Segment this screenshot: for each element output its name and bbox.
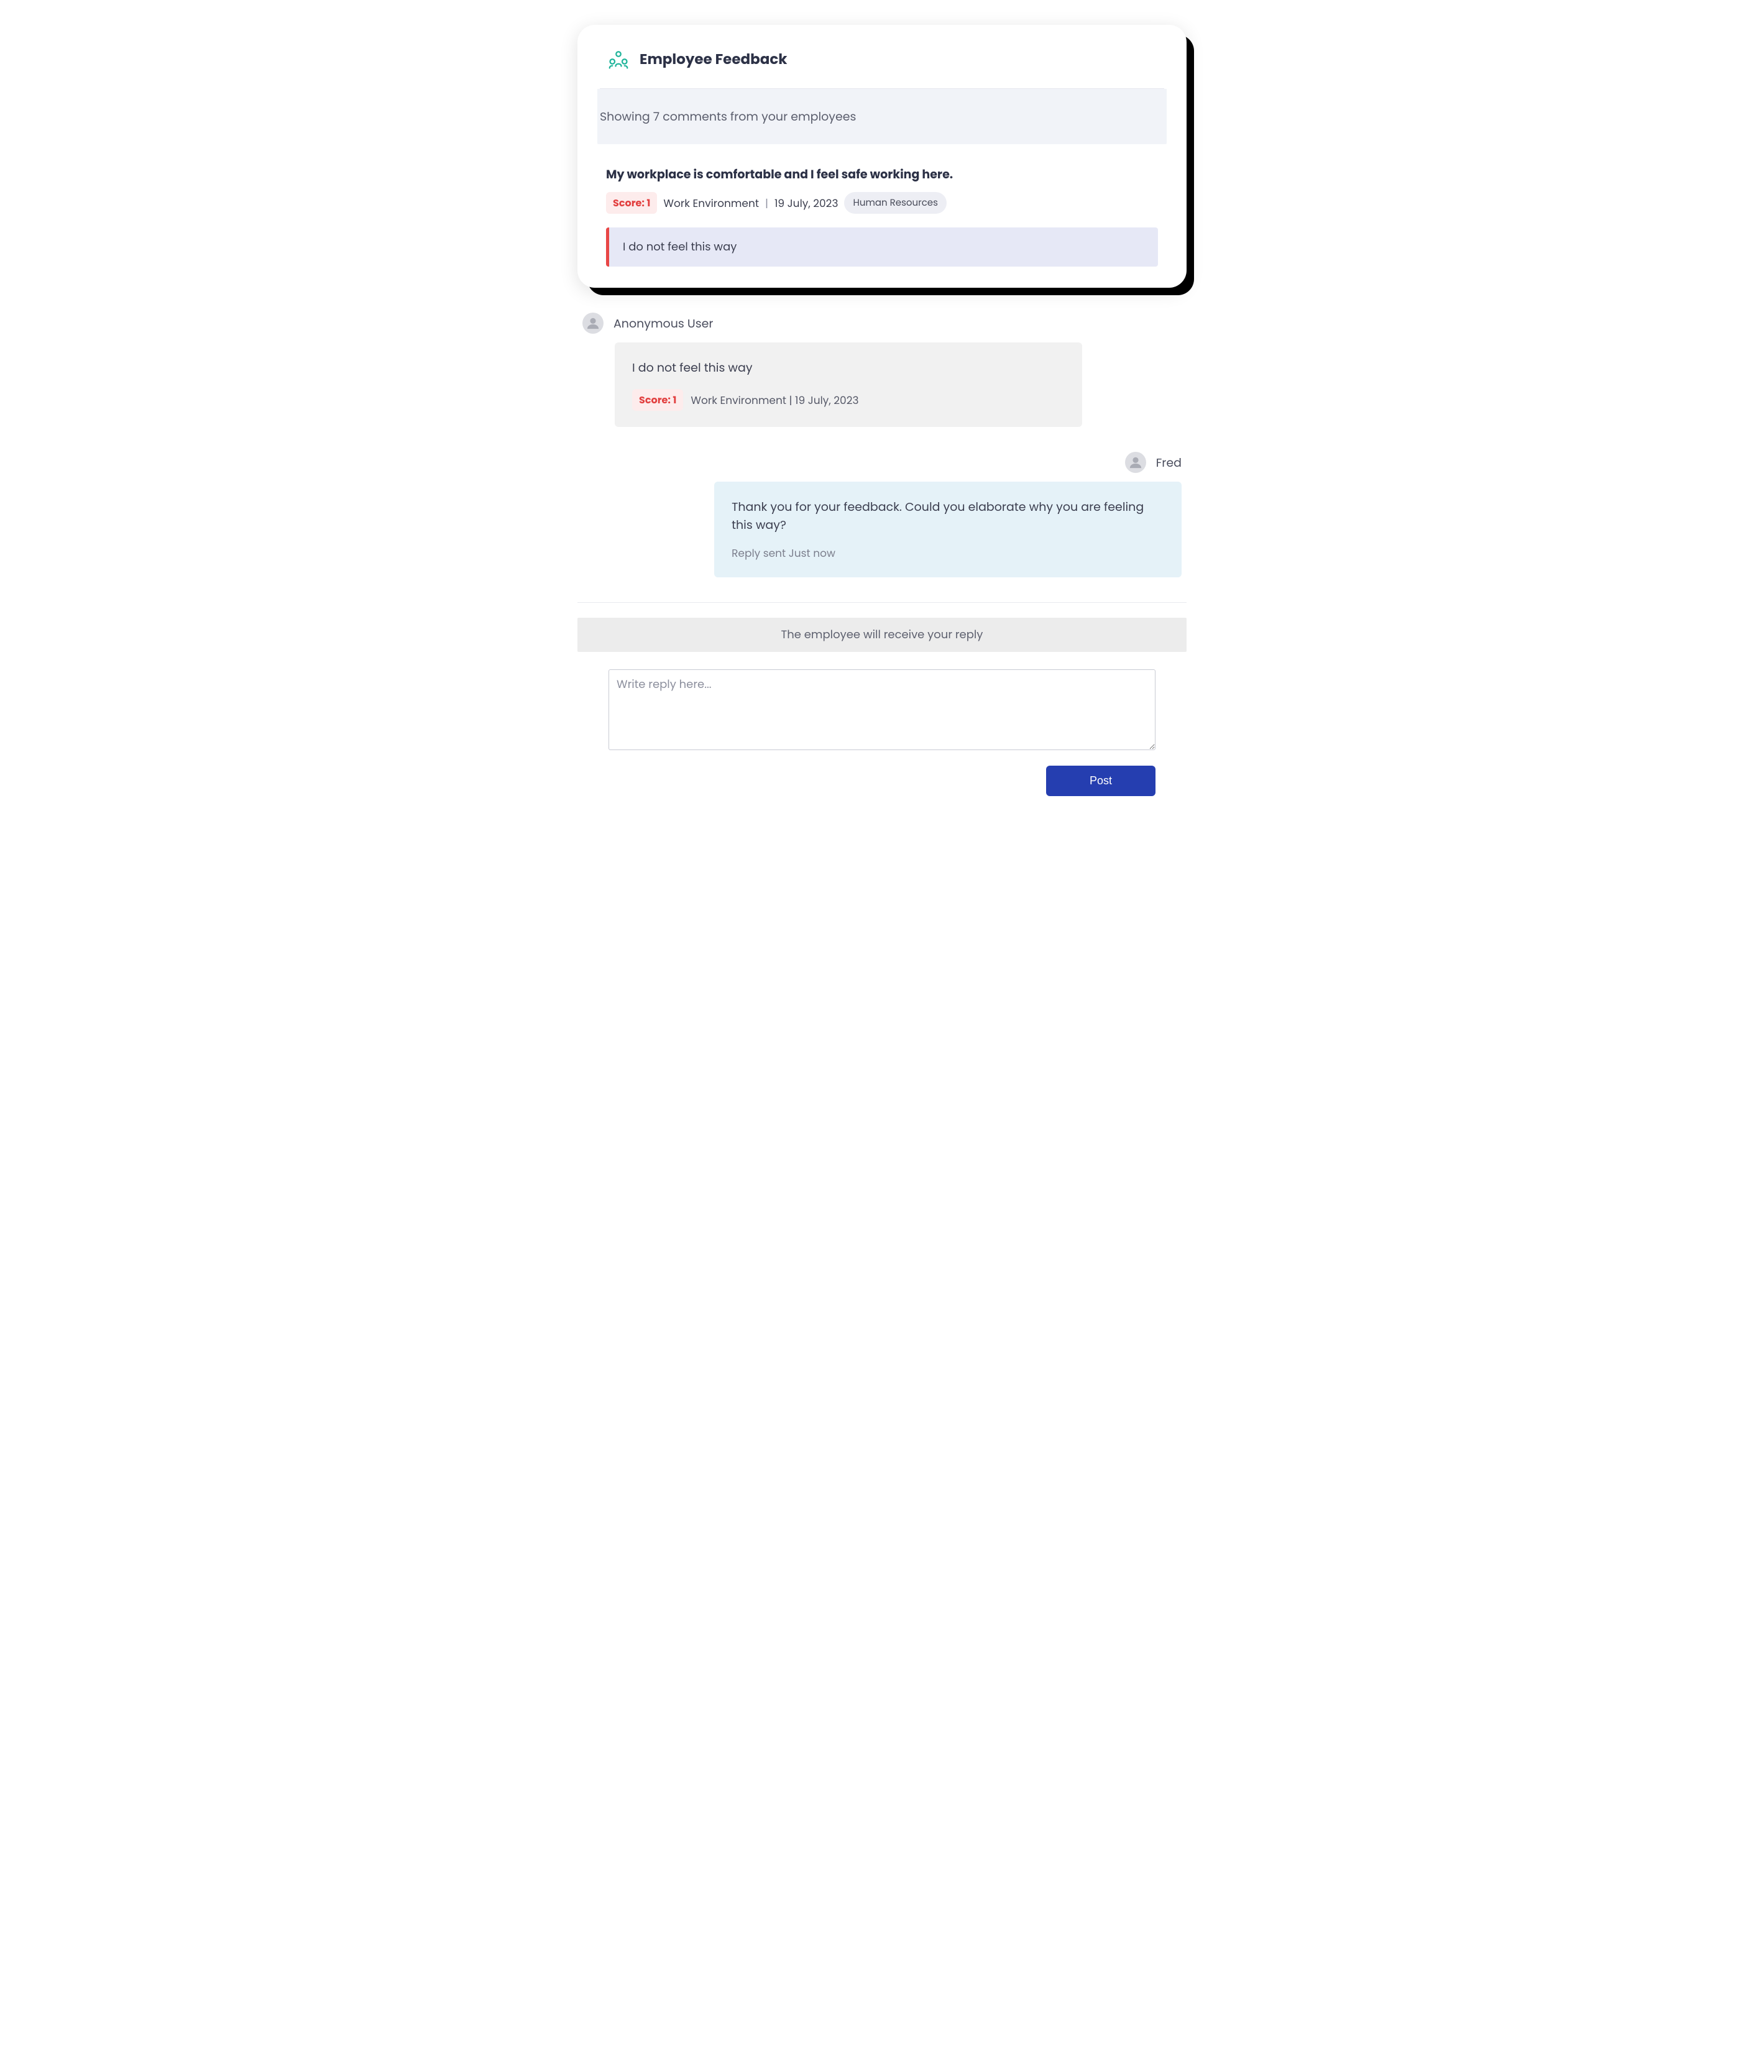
- reply-notice: The employee will receive your reply: [577, 618, 1187, 652]
- post-button[interactable]: Post: [1046, 766, 1155, 796]
- feedback-quote: I do not feel this way: [606, 227, 1158, 267]
- message-bubble-anonymous: I do not feel this way Score: 1 Work Env…: [615, 342, 1082, 427]
- message-header-anonymous: Anonymous User: [582, 313, 1182, 334]
- feedback-item: My workplace is comfortable and I feel s…: [600, 144, 1164, 267]
- feedback-meta: Score: 1 Work Environment | 19 July, 202…: [606, 192, 1158, 214]
- score-badge: Score: 1: [632, 389, 683, 411]
- feedback-category: Work Environment: [663, 195, 759, 211]
- score-badge: Score: 1: [606, 192, 657, 214]
- feedback-date: 19 July, 2023: [774, 195, 838, 211]
- author-name: Fred: [1156, 454, 1182, 472]
- avatar: [582, 313, 604, 334]
- message-text: Thank you for your feedback. Could you e…: [732, 498, 1164, 534]
- message-meta-text: Work Environment | 19 July, 2023: [691, 392, 858, 408]
- meta-separator: |: [765, 195, 768, 211]
- post-row: Post: [577, 766, 1187, 796]
- message-bubble-reply: Thank you for your feedback. Could you e…: [714, 482, 1182, 577]
- author-name: Anonymous User: [613, 314, 713, 332]
- message-text: I do not feel this way: [632, 359, 1065, 377]
- reply-sent-time: Reply sent Just now: [732, 545, 1164, 561]
- showing-count: Showing 7 comments from your employees: [597, 89, 1167, 144]
- feedback-card: Employee Feedback Showing 7 comments fro…: [577, 25, 1187, 288]
- messages-thread: Anonymous User I do not feel this way Sc…: [577, 313, 1187, 577]
- people-team-icon: [607, 48, 630, 71]
- message-header-reply: Fred: [582, 452, 1182, 473]
- reply-input[interactable]: [609, 669, 1155, 750]
- avatar: [1125, 452, 1146, 473]
- feedback-card-header: Employee Feedback: [600, 42, 1164, 89]
- department-pill: Human Resources: [844, 192, 946, 214]
- feedback-card-title: Employee Feedback: [640, 49, 788, 70]
- feedback-question: My workplace is comfortable and I feel s…: [606, 165, 1158, 183]
- message-meta: Score: 1 Work Environment | 19 July, 202…: [632, 389, 1065, 411]
- divider: [577, 602, 1187, 603]
